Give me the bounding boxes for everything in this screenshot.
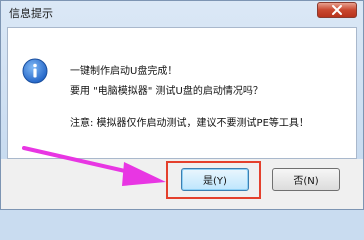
arrow-annotation-icon [22,146,166,186]
message-line-3: 注意: 模拟器仅作启动测试，建议不要测试PE等工具！ [70,118,309,129]
info-icon [22,58,48,84]
yes-button[interactable]: 是(Y) [181,168,249,191]
close-button[interactable] [317,2,357,18]
close-icon [332,5,342,15]
title-bar[interactable]: 信息提示 [1,1,363,25]
window-title: 信息提示 [9,7,53,20]
message-line-2: 要用 "电脑模拟器" 测试U盘的启动情况吗？ [70,86,263,97]
message-line-1: 一键制作启动U盘完成！ [70,66,178,77]
no-button[interactable]: 否(N) [272,168,340,191]
